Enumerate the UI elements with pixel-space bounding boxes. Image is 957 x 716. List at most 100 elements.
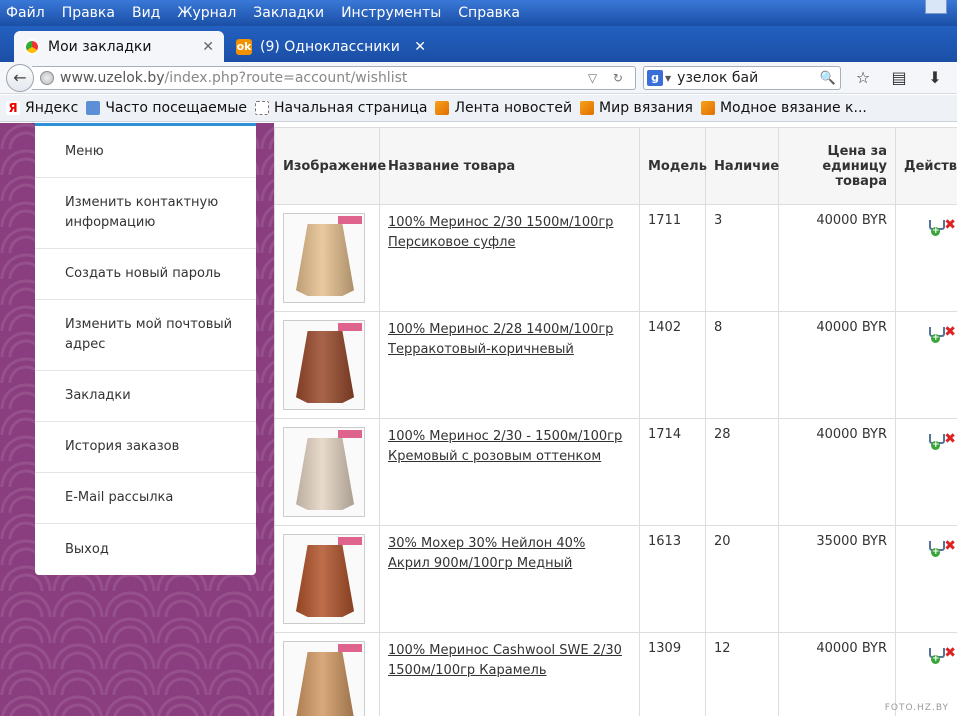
window-restore-button[interactable] [925, 0, 947, 14]
remove-icon[interactable]: ✖ [944, 431, 956, 447]
add-to-cart-icon[interactable] [929, 432, 946, 450]
bookmark-frequent[interactable]: Часто посещаемые [86, 100, 247, 116]
bookmark-label: Часто посещаемые [105, 100, 248, 116]
bookmark-fashion-knitting[interactable]: Модное вязание к... [700, 100, 867, 116]
product-image-cell [274, 418, 380, 526]
remove-icon[interactable]: ✖ [944, 538, 956, 554]
chevron-down-icon[interactable]: ▼ [665, 74, 671, 83]
sidebar-item-edit-contact[interactable]: Изменить контактную информацию [35, 178, 256, 249]
product-stock: 12 [705, 632, 779, 716]
tab-odnoklassniki[interactable]: ok (9) Одноклассники ✕ [226, 31, 436, 62]
home-page-icon [255, 101, 270, 115]
table-row: 100% Меринос Cashwool SWE 2/30 1500м/100… [274, 632, 957, 716]
bookmark-knitting-world[interactable]: Мир вязания [580, 100, 693, 116]
download-icon[interactable]: ⬇ [922, 68, 948, 87]
action-icons: ✖ [904, 427, 956, 450]
product-thumbnail[interactable] [283, 320, 365, 410]
action-icons: ✖ [904, 641, 956, 664]
product-image-cell [274, 311, 380, 419]
search-icon[interactable]: 🔍 [820, 71, 836, 86]
search-box[interactable]: g ▼ узелок бай 🔍 [643, 66, 841, 90]
sidebar-item-label: E-Mail рассылка [65, 490, 174, 505]
product-price: 40000 BYR [778, 632, 896, 716]
sidebar-item-newsletter[interactable]: E-Mail рассылка [35, 473, 256, 524]
bookmark-home[interactable]: Начальная страница [255, 100, 427, 116]
sidebar-item-order-history[interactable]: История заказов [35, 422, 256, 473]
bookmark-label: Мир вязания [599, 100, 693, 116]
product-thumbnail[interactable] [283, 427, 365, 517]
reading-list-icon[interactable]: ▤ [886, 68, 912, 87]
remove-icon[interactable]: ✖ [944, 217, 956, 233]
bookmark-label: Яндекс [25, 100, 79, 116]
search-input[interactable]: узелок бай [677, 70, 820, 86]
menu-history[interactable]: Журнал [177, 5, 236, 21]
sidebar-item-wishlist[interactable]: Закладки [35, 371, 256, 422]
bookmark-label: Лента новостей [454, 100, 573, 116]
rss-icon [700, 101, 715, 115]
product-link[interactable]: 100% Меринос 2/28 1400м/100гр Терракотов… [388, 322, 613, 357]
bookmark-yandex[interactable]: Я Яндекс [6, 100, 78, 116]
product-image-cell [274, 632, 380, 716]
action-icons: ✖ [904, 320, 956, 343]
product-link[interactable]: 100% Меринос Cashwool SWE 2/30 1500м/100… [388, 643, 622, 678]
globe-icon [40, 71, 54, 85]
navigation-bar: www.uzelok.by /index.php?route=account/w… [0, 62, 957, 94]
menu-help[interactable]: Справка [458, 5, 520, 21]
logo-icon [338, 216, 362, 224]
tab-label: (9) Одноклассники [260, 38, 400, 55]
product-link[interactable]: 100% Меринос 2/30 1500м/100гр Персиковое… [388, 215, 613, 250]
yarn-cone-image [296, 545, 354, 617]
product-actions: ✖ [895, 525, 957, 633]
sidebar-item-label: Закладки [65, 388, 131, 403]
table-row: 30% Мохер 30% Нейлон 40% Акрил 900м/100г… [274, 525, 957, 633]
table-header-row: Изображение Название товара Модель Налич… [274, 127, 957, 205]
product-link[interactable]: 100% Меринос 2/30 - 1500м/100гр Кремовый… [388, 429, 622, 464]
product-image-cell [274, 525, 380, 633]
reload-icon[interactable]: ▽ ↻ [588, 71, 629, 85]
page-content: Меню Изменить контактную информацию Созд… [0, 123, 957, 716]
remove-icon[interactable]: ✖ [944, 645, 956, 661]
search-engine-icon[interactable]: g [647, 70, 663, 86]
column-header-image: Изображение [274, 127, 386, 205]
tab-wishlist[interactable]: Мои закладки ✕ [14, 31, 224, 62]
product-thumbnail[interactable] [283, 641, 365, 716]
menu-edit[interactable]: Правка [62, 5, 115, 21]
product-name-cell: 100% Меринос 2/30 - 1500м/100гр Кремовый… [379, 418, 640, 526]
product-actions: ✖ [895, 204, 957, 312]
yarn-cone-image [296, 224, 354, 296]
add-to-cart-icon[interactable] [929, 539, 946, 557]
sidebar-item-new-password[interactable]: Создать новый пароль [35, 249, 256, 300]
tab-close-icon[interactable]: ✕ [202, 39, 214, 55]
menu-view[interactable]: Вид [132, 5, 160, 21]
product-link[interactable]: 30% Мохер 30% Нейлон 40% Акрил 900м/100г… [388, 536, 585, 571]
sidebar-item-logout[interactable]: Выход [35, 524, 256, 575]
menu-file[interactable]: Файл [6, 5, 45, 21]
back-button[interactable]: ← [6, 64, 34, 92]
sidebar-item-menu[interactable]: Меню [35, 126, 256, 178]
tab-label: Мои закладки [48, 38, 152, 55]
column-header-price: Цена за единицу товара [778, 127, 896, 205]
add-to-cart-icon[interactable] [929, 325, 946, 343]
star-icon[interactable]: ☆ [850, 68, 876, 87]
product-thumbnail[interactable] [283, 213, 365, 303]
logo-icon [338, 537, 362, 545]
yarn-cone-image [296, 438, 354, 510]
remove-icon[interactable]: ✖ [944, 324, 956, 340]
product-price: 35000 BYR [778, 525, 896, 633]
menu-tools[interactable]: Инструменты [341, 5, 441, 21]
table-row: 100% Меринос 2/30 1500м/100гр Персиковое… [274, 204, 957, 312]
product-model: 1711 [639, 204, 706, 312]
product-thumbnail[interactable] [283, 534, 365, 624]
add-to-cart-icon[interactable] [929, 218, 946, 236]
product-actions: ✖ [895, 311, 957, 419]
action-icons: ✖ [904, 534, 956, 557]
product-image-cell [274, 204, 380, 312]
bookmark-news[interactable]: Лента новостей [435, 100, 572, 116]
rss-icon [580, 101, 595, 115]
tab-close-icon[interactable]: ✕ [414, 39, 426, 55]
add-to-cart-icon[interactable] [929, 646, 946, 664]
sidebar-item-edit-email[interactable]: Изменить мой почтовый адрес [35, 300, 256, 371]
product-model: 1613 [639, 525, 706, 633]
menu-bookmarks[interactable]: Закладки [253, 5, 324, 21]
url-bar[interactable]: www.uzelok.by /index.php?route=account/w… [32, 66, 636, 90]
